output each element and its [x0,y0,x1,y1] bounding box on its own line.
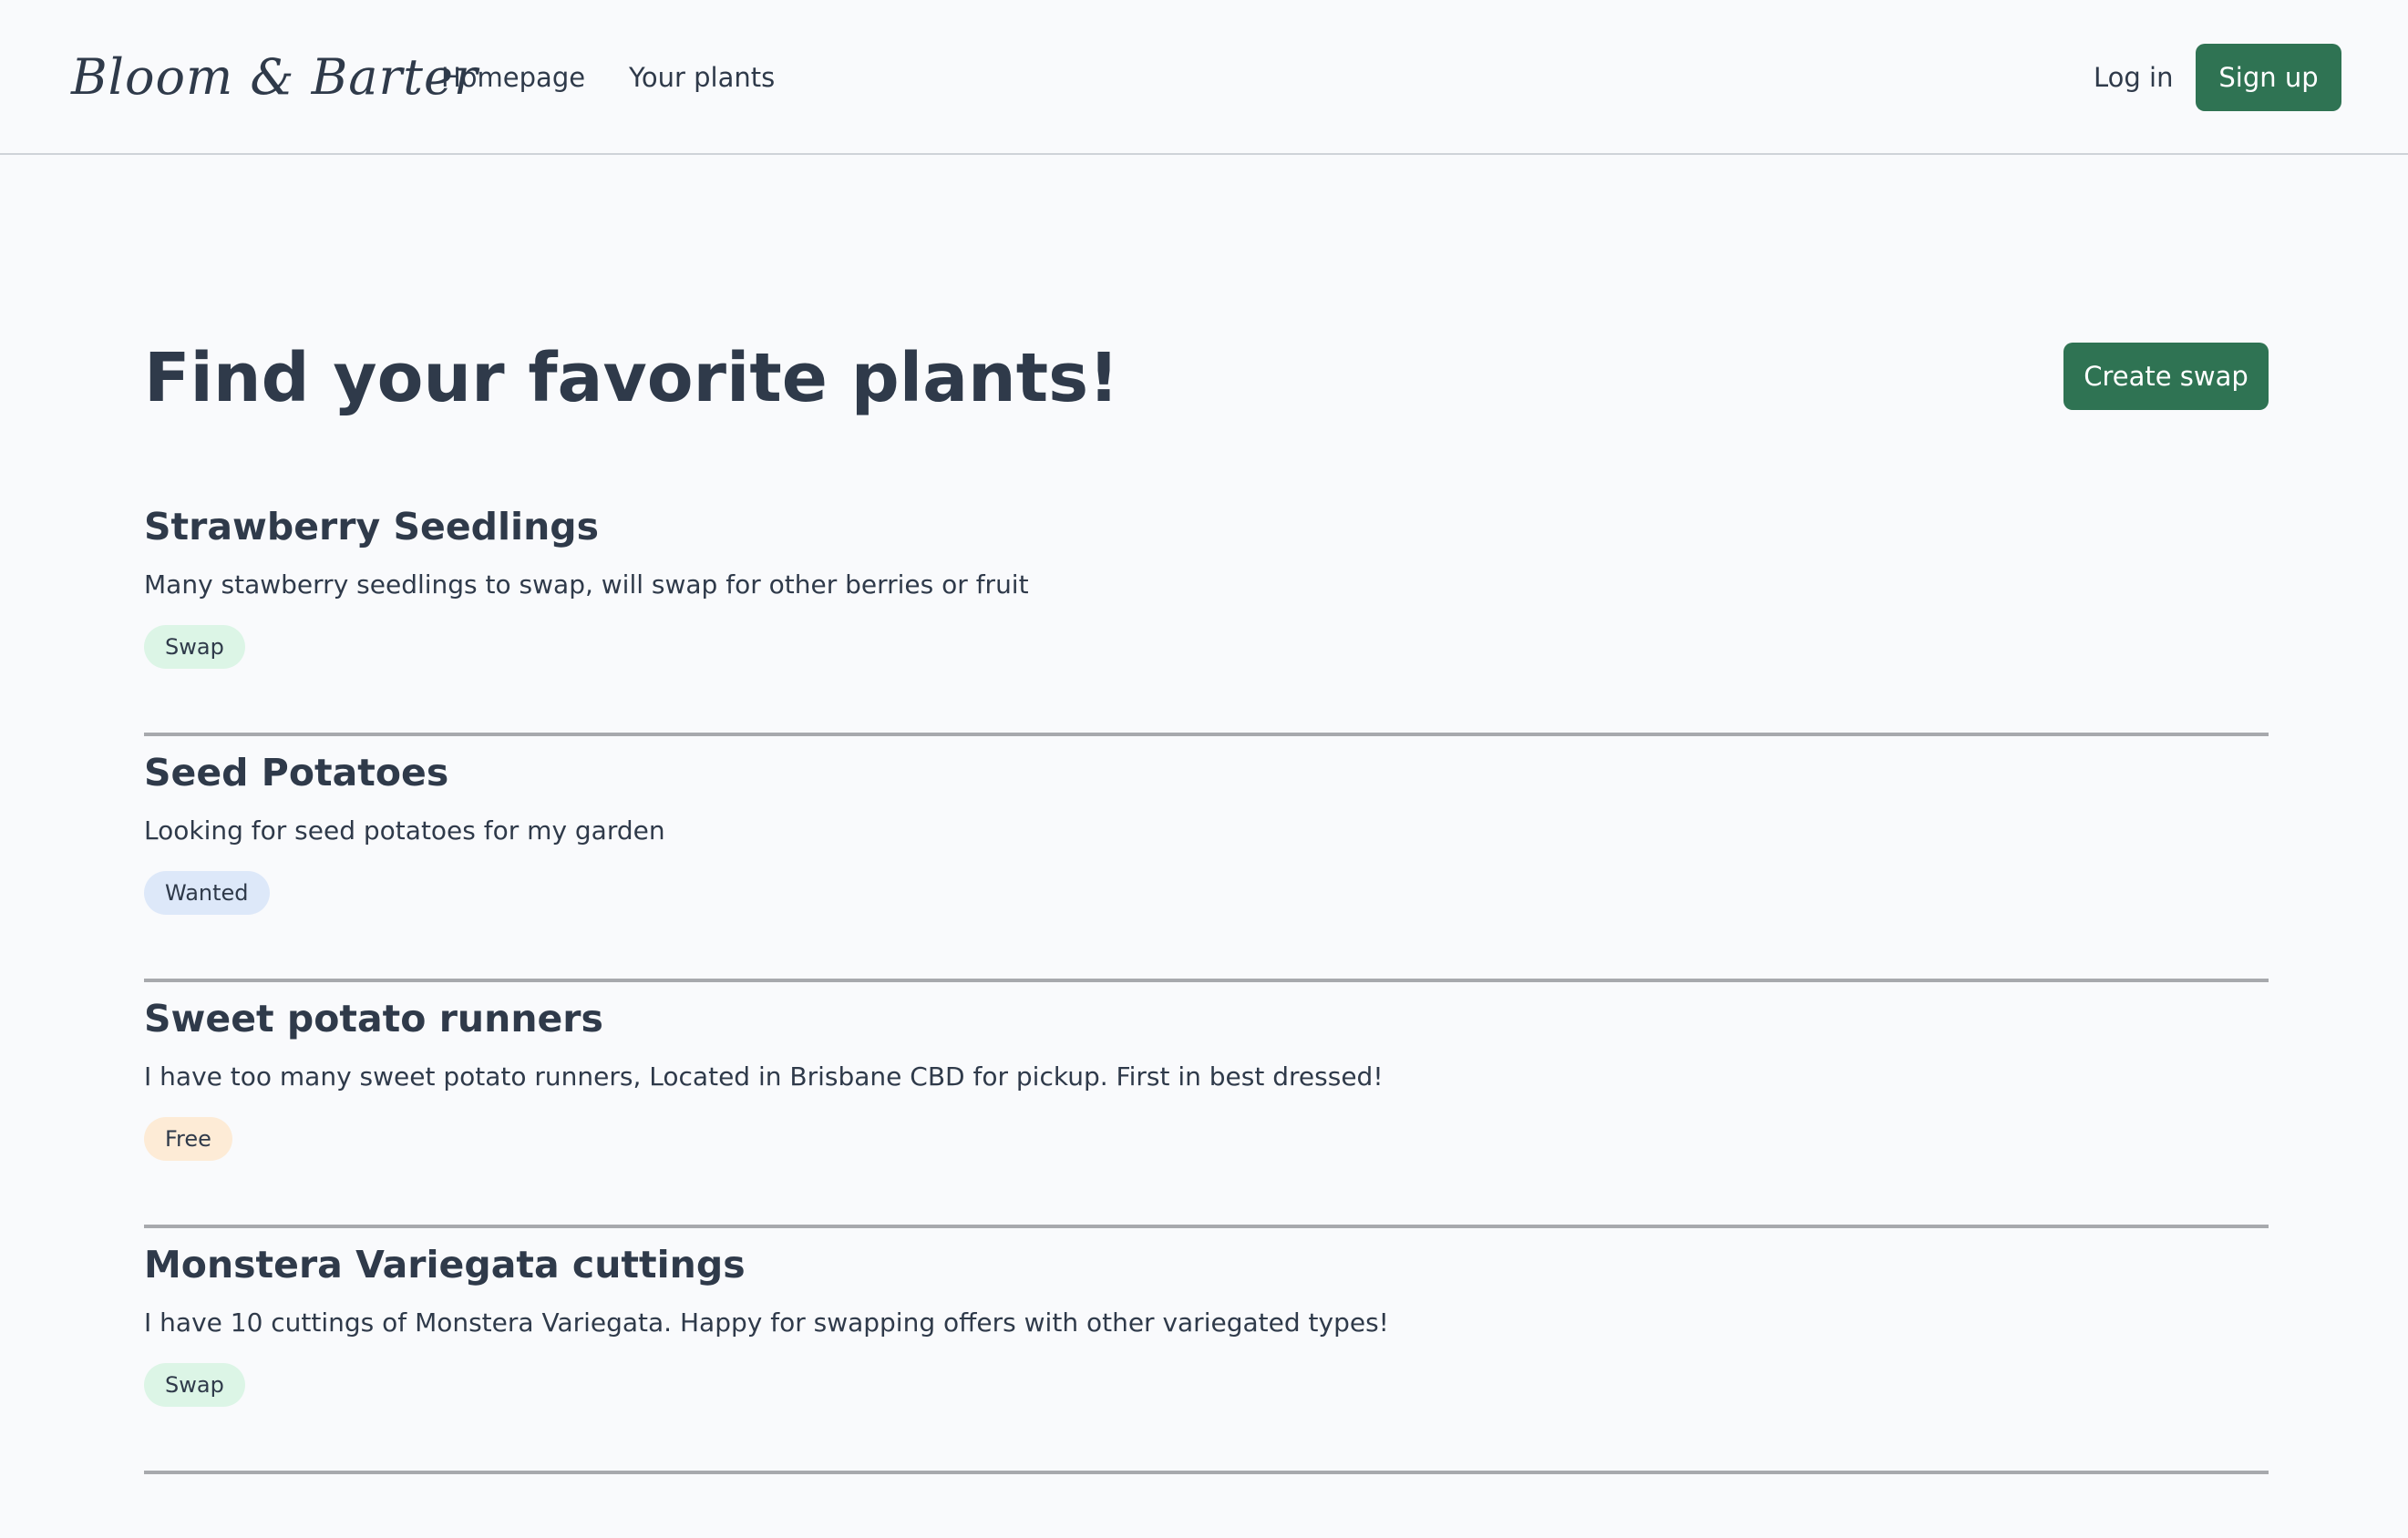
listing-title[interactable]: Monstera Variegata cuttings [144,1233,746,1297]
listing-title[interactable]: Strawberry Seedlings [144,495,599,559]
log-in-link[interactable]: Log in [2094,55,2173,100]
listing-description: Many stawberry seedlings to swap, will s… [144,569,1029,600]
nav-link-homepage[interactable]: Homepage [441,55,585,100]
wanted-tag: Wanted [144,871,270,915]
listing-list: Strawberry Seedlings Many stawberry seed… [144,492,2269,1476]
free-tag: Free [144,1117,232,1161]
listing-description: I have 10 cuttings of Monstera Variegata… [144,1307,1389,1338]
bloom-and-barter-logo[interactable]: Bloom & Barter [71,36,479,118]
listing-title[interactable]: Seed Potatoes [144,741,448,805]
listing-item[interactable]: Monstera Variegata cuttings I have 10 cu… [144,1230,2269,1474]
listing-description: I have too many sweet potato runners, Lo… [144,1061,1384,1092]
swap-tag: Swap [144,1363,245,1407]
listing-item[interactable]: Strawberry Seedlings Many stawberry seed… [144,492,2269,736]
top-navigation-bar: Bloom & Barter Homepage Your plants Log … [0,0,2408,155]
swap-tag: Swap [144,625,245,669]
sign-up-button[interactable]: Sign up [2196,44,2341,111]
listing-item[interactable]: Seed Potatoes Looking for seed potatoes … [144,738,2269,982]
page-title: Find your favorite plants! [144,339,1119,417]
listing-description: Looking for seed potatoes for my garden [144,815,665,846]
listing-title[interactable]: Sweet potato runners [144,987,603,1051]
create-swap-button[interactable]: Create swap [2063,343,2269,410]
nav-link-your-plants[interactable]: Your plants [629,55,775,100]
listing-item[interactable]: Sweet potato runners I have too many swe… [144,984,2269,1228]
